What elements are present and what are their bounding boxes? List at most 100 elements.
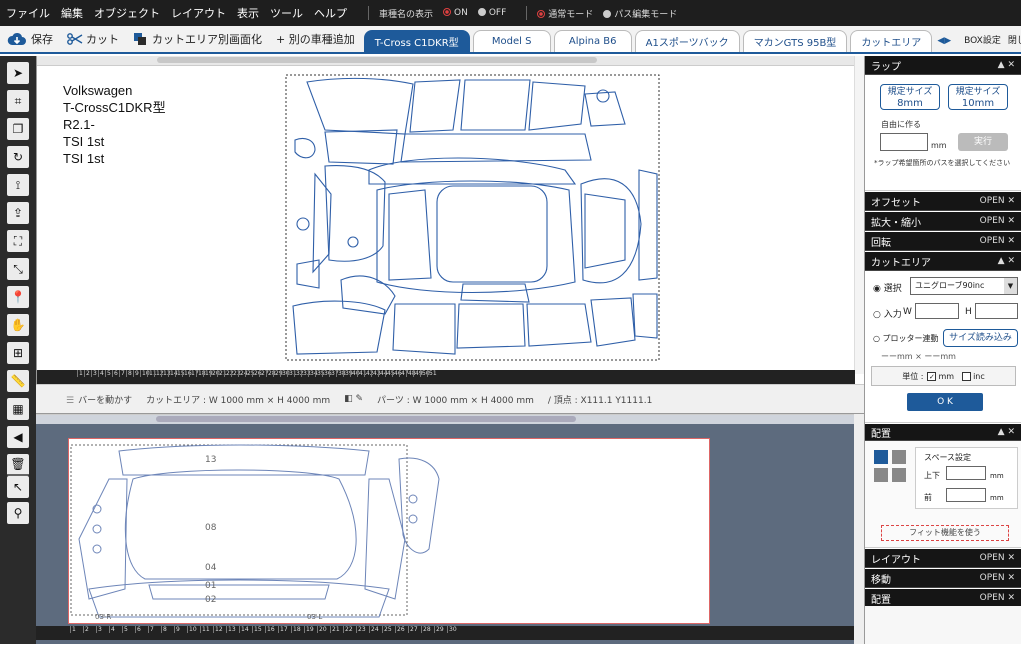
scrollbar-thumb[interactable] [157,57,597,63]
vehicle-parts-drawing[interactable] [285,74,661,362]
collapse-close-icon[interactable]: ▲ ✕ [998,427,1015,437]
ok-button[interactable]: O K [907,393,983,411]
display-off-radio[interactable]: OFF [477,8,506,18]
fit-function-button[interactable]: フィット機能を使う [881,525,1009,541]
layers-icon[interactable]: ❐ [7,118,29,140]
vertical-scrollbar[interactable] [854,414,864,644]
tab-a1-sportback[interactable]: A1スポーツバック [634,30,740,52]
move-bar-handle[interactable]: ☰ バーを動かす [66,393,132,406]
offset-panel-header[interactable]: オフセット OPEN ✕ [865,192,1021,211]
trash-icon[interactable]: 🗑 [7,454,29,476]
move-panel-header[interactable]: 移動 OPEN ✕ [865,569,1021,588]
collapse-close-icon[interactable]: ▲ ✕ [998,60,1015,70]
cursor-pen-icon[interactable]: ↖ [7,476,29,498]
layout-canvas[interactable]: 13 08 04 01 02 03-R 03-L 1 2 3 4 5 6 7 8 9 10 11 12… [36,414,864,644]
vehicle-year: R2.1- [63,117,95,132]
vertical-scrollbar[interactable] [854,56,864,374]
display-on-radio[interactable]: ON [443,8,468,18]
tab-cut-area[interactable]: カットエリア [850,30,933,52]
collapse-close-icon[interactable]: ▲ ✕ [998,256,1015,266]
mm-checkbox[interactable]: ✓ [927,371,937,381]
main-canvas[interactable]: Volkswagen T-CrossC1DKR型 R2.1- TSI 1st T… [36,56,864,384]
material-sheet[interactable]: 13 08 04 01 02 03-R 03-L [68,438,710,624]
cut-button[interactable]: カット [60,26,126,52]
nested-parts-drawing[interactable] [69,439,709,623]
arrange-title: 配置 [871,594,891,606]
menu-layout[interactable]: レイアウト [171,5,226,21]
custom-size-input[interactable] [880,133,928,151]
scale-panel-header[interactable]: 拡大・縮小 OPEN ✕ [865,212,1021,231]
preset-8mm-button[interactable]: 規定サイズ 8mm [880,84,940,110]
menu-view[interactable]: 表示 [237,5,259,21]
close-button[interactable]: 閉じる ⇧ [1008,26,1021,52]
align-top-left-button[interactable] [874,450,888,464]
menu-separator [526,6,528,20]
crosshair-icon[interactable]: ⊞ [7,342,29,364]
pencil-icon[interactable]: ✎ [356,394,364,404]
layout-panel-header[interactable]: 配置 ▲ ✕ [865,424,1021,441]
top-scrollbar[interactable] [37,56,855,66]
select-arrow-icon[interactable]: ➤ [7,62,29,84]
add-model-button[interactable]: + 別の車種追加 [269,26,362,52]
tab-macan-gts[interactable]: マカンGTS 95B型 [742,30,848,52]
vehicle-grade-1: TSI 1st [63,134,105,149]
run-button[interactable]: 実行 [958,133,1008,151]
menu-edit[interactable]: 編集 [61,5,83,21]
width-input[interactable] [915,303,959,319]
ruler-tick-label: 50 [420,370,430,377]
paint-tools[interactable]: ◧ ✎ [344,394,363,404]
tab-model-s[interactable]: Model S [472,30,551,52]
align-top-right-button[interactable] [892,450,906,464]
scrollbar-thumb[interactable] [156,416,576,422]
height-input[interactable] [975,303,1018,319]
save-button[interactable]: 保存 [0,26,60,52]
plotter-radio[interactable]: ○ プロッター連動 [873,333,939,344]
front-spacing-input[interactable] [946,488,986,502]
fit-frame-icon[interactable]: ⛶ [7,230,29,252]
fill-icon[interactable]: ◧ [344,394,353,404]
read-size-button[interactable]: サイズ読み込み [943,329,1018,347]
menu-help[interactable]: ヘルプ [314,5,347,21]
select-radio[interactable]: ◉ 選択 [873,281,902,294]
ruler-tick-label: 8 [126,370,132,377]
node-edit-icon[interactable]: ⟟ [7,174,29,196]
align-bottom-left-button[interactable] [874,468,888,482]
ruler-tick-label: 51 [427,370,437,377]
grid-icon[interactable]: ▦ [7,398,29,420]
ruler-icon[interactable]: 📏 [7,370,29,392]
align-bottom-right-button[interactable] [892,468,906,482]
input-radio[interactable]: ○ 入力 [873,307,902,320]
ruler-tick-label: 14 [168,370,178,377]
preset-10mm-button[interactable]: 規定サイズ 10mm [948,84,1008,110]
hand-icon[interactable]: ✋ [7,314,29,336]
cut-area-panel-header[interactable]: カットエリア ▲ ✕ [865,252,1021,271]
ruler-numbers: 1234567891011121314151617181920212223242… [37,370,855,377]
ruler-tick-label: 15 [175,370,185,377]
box-settings-button[interactable]: BOX設定 [957,26,1008,52]
scale-icon[interactable]: ⤡ [7,258,29,280]
layout2-panel-header[interactable]: レイアウト OPEN ✕ [865,549,1021,568]
tab-alpina-b6[interactable]: Alpina B6 [553,30,632,52]
menu-object[interactable]: オブジェクト [94,5,160,21]
menu-file[interactable]: ファイル [6,5,50,21]
material-select[interactable]: ユニグローブ90inc ▼ [910,277,1018,295]
rotate-icon[interactable]: ↻ [7,146,29,168]
inch-checkbox[interactable] [962,371,972,381]
tab-t-cross[interactable]: T-Cross C1DKR型 [363,30,470,52]
export-icon[interactable]: ⇪ [7,202,29,224]
bottom-scrollbar[interactable] [36,414,854,424]
chevron-down-icon[interactable]: ▼ [1004,278,1017,294]
back-icon[interactable]: ◀ [7,426,29,448]
path-edit-mode-radio[interactable]: パス編集モード [603,7,677,20]
open-label: OPEN [979,553,1005,563]
pin-icon[interactable]: 📍 [7,286,29,308]
select-box-icon[interactable]: ⌗ [7,90,29,112]
updown-spacing-input[interactable] [946,466,986,480]
tab-scroll-arrows-icon[interactable]: ◀▶ [937,36,951,46]
menu-tools[interactable]: ツール [270,5,303,21]
wrap-panel-header[interactable]: ラップ ▲ ✕ [865,56,1021,75]
rotate-panel-header[interactable]: 回転 OPEN ✕ [865,232,1021,251]
normal-mode-radio[interactable]: 通常モード [537,7,593,20]
magnifier-icon[interactable]: ⚲ [7,502,29,524]
cut-area-window-button[interactable]: カットエリア別画面化 [126,26,269,52]
